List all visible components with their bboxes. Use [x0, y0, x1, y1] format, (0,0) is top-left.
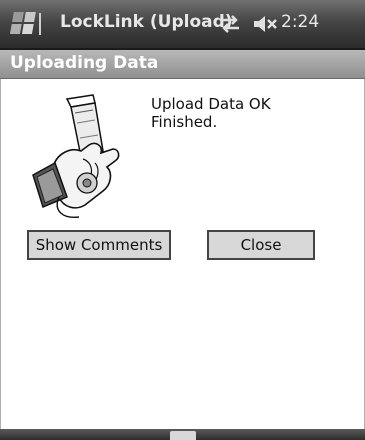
volume-muted-icon[interactable]	[252, 14, 278, 34]
page-title: Uploading Data	[10, 53, 159, 73]
content-area: Upload Data OK Finished. Show Comments C…	[0, 79, 365, 429]
keyboard-icon[interactable]	[170, 431, 196, 440]
status-message-line1: Upload Data OK	[151, 95, 271, 113]
menu-bar	[0, 429, 365, 440]
show-comments-button[interactable]: Show Comments	[27, 230, 171, 260]
window-title: LockLink (Upload)	[60, 12, 233, 32]
connectivity-icon[interactable]	[218, 13, 242, 35]
status-message-line2: Finished.	[151, 113, 218, 131]
clock[interactable]: 2:24	[281, 12, 319, 32]
page-header: Uploading Data	[0, 50, 365, 79]
status-message: Upload Data OK Finished.	[151, 95, 271, 131]
close-button[interactable]: Close	[207, 230, 315, 260]
status-bar: LockLink (Upload) 2:24	[0, 0, 365, 50]
hand-holding-key-icon	[23, 93, 133, 221]
windows-start-icon[interactable]	[6, 11, 42, 37]
